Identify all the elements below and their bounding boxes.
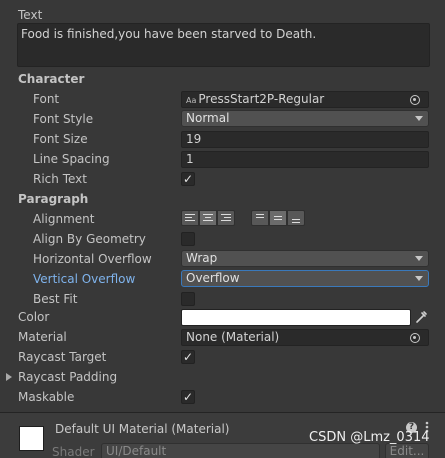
align-middle-icon-line bbox=[274, 219, 282, 220]
align-by-geometry-checkbox[interactable] bbox=[181, 232, 195, 246]
align-by-geometry-label: Align By Geometry bbox=[33, 232, 146, 246]
rich-text-label: Rich Text bbox=[33, 172, 87, 186]
align-top-icon-line bbox=[256, 217, 264, 218]
font-size-field[interactable]: 19 bbox=[181, 131, 429, 148]
font-style-dropdown[interactable]: Normal bbox=[181, 110, 429, 127]
font-style-label: Font Style bbox=[33, 112, 94, 126]
horizontal-overflow-value: Wrap bbox=[186, 251, 218, 265]
alignment-label: Alignment bbox=[33, 212, 95, 226]
maskable-label: Maskable bbox=[18, 390, 75, 404]
font-field[interactable]: Aa PressStart2P-Regular bbox=[181, 91, 429, 108]
shader-value: UI/Default bbox=[106, 444, 167, 458]
object-picker-icon[interactable] bbox=[410, 333, 420, 343]
font-label: Font bbox=[33, 92, 60, 106]
shader-label: Shader bbox=[52, 445, 95, 458]
align-right-icon-line bbox=[221, 220, 231, 221]
material-value: None (Material) bbox=[186, 330, 280, 344]
maskable-checkbox[interactable]: ✓ bbox=[181, 390, 195, 404]
material-field[interactable]: None (Material) bbox=[181, 329, 429, 346]
align-left-icon-line bbox=[185, 220, 195, 221]
chevron-down-icon bbox=[415, 116, 423, 121]
character-heading: Character bbox=[18, 72, 85, 86]
align-center-icon-line bbox=[205, 217, 211, 218]
rich-text-checkbox[interactable]: ✓ bbox=[181, 172, 195, 186]
vertical-overflow-value: Overflow bbox=[186, 271, 240, 285]
align-bottom-button[interactable] bbox=[287, 210, 305, 226]
line-spacing-field[interactable]: 1 bbox=[181, 151, 429, 168]
align-center-icon-line bbox=[203, 220, 213, 221]
align-bottom-icon-line bbox=[292, 222, 300, 223]
chevron-down-icon bbox=[415, 276, 423, 281]
font-value: PressStart2P-Regular bbox=[198, 92, 325, 106]
align-right-button[interactable] bbox=[217, 210, 235, 226]
raycast-padding-label[interactable]: Raycast Padding bbox=[18, 369, 117, 385]
material-preview-title: Default UI Material (Material) bbox=[55, 422, 230, 436]
object-picker-icon[interactable] bbox=[410, 95, 420, 105]
align-middle-icon bbox=[274, 216, 282, 217]
font-asset-icon: Aa bbox=[186, 96, 197, 105]
text-area-value: Food is finished,you have been starved t… bbox=[21, 27, 317, 41]
shader-edit-label: Edit... bbox=[389, 444, 425, 458]
align-bottom-icon bbox=[292, 219, 300, 220]
font-size-label: Font Size bbox=[33, 132, 88, 146]
text-label: Text bbox=[18, 8, 43, 22]
best-fit-label: Best Fit bbox=[33, 292, 78, 306]
align-left-icon-line bbox=[185, 217, 192, 218]
align-middle-button[interactable] bbox=[269, 210, 287, 226]
text-area[interactable]: Food is finished,you have been starved t… bbox=[17, 23, 430, 67]
horizontal-overflow-label: Horizontal Overflow bbox=[33, 252, 152, 266]
paragraph-heading: Paragraph bbox=[18, 192, 89, 206]
align-right-icon-line bbox=[224, 217, 231, 218]
vertical-overflow-dropdown[interactable]: Overflow bbox=[181, 270, 429, 287]
horizontal-overflow-dropdown[interactable]: Wrap bbox=[181, 250, 429, 267]
raycast-target-label: Raycast Target bbox=[18, 350, 107, 364]
material-label: Material bbox=[18, 330, 67, 344]
eyedropper-icon[interactable] bbox=[414, 309, 428, 325]
best-fit-checkbox[interactable] bbox=[181, 292, 195, 306]
align-center-icon bbox=[203, 214, 213, 215]
material-preview-swatch bbox=[19, 426, 44, 451]
foldout-arrow-icon[interactable] bbox=[6, 373, 12, 381]
align-right-icon bbox=[221, 214, 231, 215]
align-left-button[interactable] bbox=[181, 210, 199, 226]
font-size-value: 19 bbox=[186, 132, 202, 146]
color-swatch[interactable] bbox=[181, 309, 411, 326]
chevron-down-icon bbox=[415, 256, 423, 261]
vertical-overflow-label: Vertical Overflow bbox=[33, 272, 136, 286]
line-spacing-value: 1 bbox=[186, 152, 194, 166]
align-top-button[interactable] bbox=[251, 210, 269, 226]
align-top-icon bbox=[256, 214, 264, 215]
watermark: CSDN @Lmz_0314 bbox=[309, 430, 430, 445]
color-label: Color bbox=[18, 310, 50, 324]
raycast-target-checkbox[interactable]: ✓ bbox=[181, 350, 195, 364]
align-center-button[interactable] bbox=[199, 210, 217, 226]
font-style-value: Normal bbox=[186, 111, 230, 125]
line-spacing-label: Line Spacing bbox=[33, 152, 110, 166]
align-left-icon bbox=[185, 214, 195, 215]
